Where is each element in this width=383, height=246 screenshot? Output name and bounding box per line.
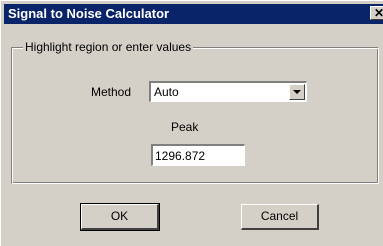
signal-to-noise-dialog: Signal to Noise Calculator ✕ Highlight r… (0, 0, 383, 246)
method-label: Method (91, 85, 132, 99)
group-label: Highlight region or enter values (23, 39, 194, 55)
close-button[interactable]: ✕ (370, 6, 383, 20)
peak-label: Peak (171, 120, 199, 134)
peak-input[interactable] (151, 144, 245, 166)
cancel-button[interactable]: Cancel (241, 204, 319, 230)
chevron-down-icon[interactable] (289, 84, 305, 100)
method-selected-value: Auto (154, 85, 179, 99)
window-title: Signal to Noise Calculator (8, 6, 170, 21)
method-select[interactable]: Auto (149, 81, 307, 102)
title-bar[interactable]: Signal to Noise Calculator ✕ (4, 4, 383, 24)
ok-button[interactable]: OK (80, 203, 160, 231)
close-icon: ✕ (374, 6, 383, 20)
